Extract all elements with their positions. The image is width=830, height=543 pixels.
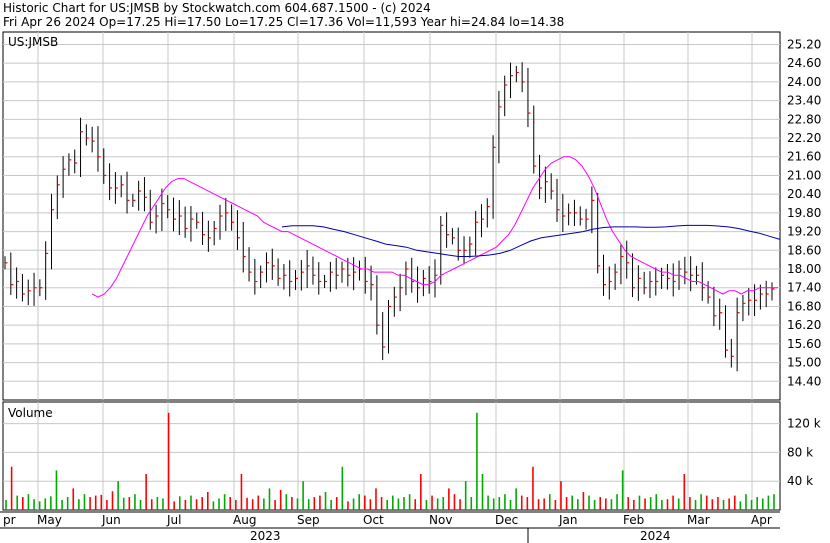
price-panel-frame [2, 31, 781, 401]
volume-tick-label: 120 k [787, 417, 821, 431]
year-label: 2024 [640, 529, 671, 543]
volume-panel-title: Volume [8, 406, 53, 420]
month-label: Jul [166, 513, 181, 527]
price-tick-label: 25.20 [787, 37, 821, 51]
chart-title: Historic Chart for US:JMSB by Stockwatch… [3, 1, 431, 15]
price-tick-label: 16.20 [787, 318, 821, 332]
moving-average-long [281, 224, 781, 257]
year-label: 2023 [250, 529, 281, 543]
month-label: Nov [429, 513, 452, 527]
price-tick-label: 24.60 [787, 56, 821, 70]
month-label: Aug [233, 513, 256, 527]
price-tick-label: 23.40 [787, 94, 821, 108]
quote-summary: Fri Apr 26 2024 Op=17.25 Hi=17.50 Lo=17.… [3, 15, 565, 29]
month-label: pr [3, 513, 16, 527]
price-tick-label: 16.80 [787, 299, 821, 313]
price-tick-label: 24.00 [787, 75, 821, 89]
stock-chart: 25.20 24.60 24.00 23.40 22.80 22.20 21.60 21.00… [0, 31, 821, 543]
price-tick-label: 14.40 [787, 374, 821, 388]
price-tick-label: 21.00 [787, 168, 821, 182]
month-label: May [37, 513, 62, 527]
price-tick-label: 22.80 [787, 112, 821, 126]
price-tick-label: 18.60 [787, 243, 821, 257]
symbol-label: US:JMSB [8, 35, 58, 49]
volume-tick-label: 40 k [787, 474, 813, 488]
month-label: Sep [297, 513, 320, 527]
month-label: Jan [558, 513, 578, 527]
price-tick-label: 20.40 [787, 187, 821, 201]
month-label: Feb [623, 513, 644, 527]
month-label: Oct [363, 513, 384, 527]
price-tick-label: 22.20 [787, 131, 821, 145]
price-tick-label: 21.60 [787, 150, 821, 164]
month-label: Mar [687, 513, 710, 527]
month-label: Jun [101, 513, 121, 527]
price-tick-label: 17.40 [787, 281, 821, 295]
axis-labels: 25.20 24.60 24.00 23.40 22.80 22.20 21.60 21.00… [0, 37, 821, 543]
month-label: Apr [751, 513, 772, 527]
month-label: Dec [495, 513, 518, 527]
volume-tick-label: 80 k [787, 445, 813, 459]
price-tick-label: 19.80 [787, 206, 821, 220]
volume-panel-frame [2, 401, 781, 511]
price-tick-label: 19.20 [787, 225, 821, 239]
price-tick-label: 15.60 [787, 337, 821, 351]
price-tick-label: 15.00 [787, 356, 821, 370]
price-tick-label: 18.00 [787, 262, 821, 276]
price-panel [2, 31, 781, 401]
volume-panel [2, 401, 781, 511]
